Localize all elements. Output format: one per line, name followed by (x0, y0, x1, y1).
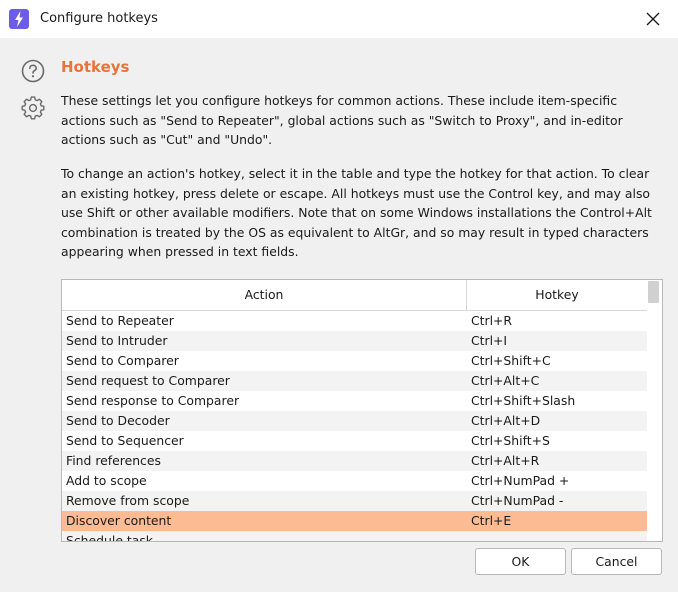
table-header: Action Hotkey (62, 280, 647, 311)
scrollbar-thumb[interactable] (648, 281, 659, 303)
title-bar: Configure hotkeys (0, 0, 678, 38)
table-row[interactable]: Send response to Comparer Ctrl+Shift+Sla… (62, 391, 647, 411)
hotkey-cell: Ctrl+Alt+C (471, 373, 540, 388)
action-cell: Remove from scope (66, 493, 190, 508)
table-body: Send to Repeater Ctrl+R Send to Intruder… (62, 311, 647, 542)
table-row[interactable]: Send to Decoder Ctrl+Alt+D (62, 411, 647, 431)
hotkey-cell: Ctrl+Shift+C (471, 353, 551, 368)
gear-icon[interactable] (21, 96, 45, 124)
description-paragraph-2: To change an action's hotkey, select it … (61, 166, 652, 260)
table-row-selected[interactable]: Discover content Ctrl+E (62, 511, 647, 531)
hotkeys-table[interactable]: Action Hotkey Send to Repeater Ctrl+R Se… (61, 279, 663, 542)
section-heading: Hotkeys (61, 58, 130, 76)
window-title: Configure hotkeys (40, 11, 158, 26)
action-cell: Send response to Comparer (66, 393, 240, 408)
description-paragraph-1: These settings let you configure hotkeys… (61, 93, 623, 148)
action-cell: Send to Repeater (66, 313, 174, 328)
hotkey-cell: Ctrl+NumPad - (471, 493, 564, 508)
hotkey-cell: Ctrl+E (471, 513, 512, 528)
action-cell: Add to scope (66, 473, 147, 488)
action-cell: Send to Decoder (66, 413, 170, 428)
hotkey-cell: Ctrl+Shift+Slash (471, 393, 576, 408)
cancel-button[interactable]: Cancel (571, 548, 662, 575)
hotkey-cell: Ctrl+NumPad + (471, 473, 570, 488)
close-icon (646, 12, 660, 26)
hotkey-cell: Ctrl+I (471, 333, 508, 348)
table-row[interactable]: Find references Ctrl+Alt+R (62, 451, 647, 471)
close-button[interactable] (636, 6, 670, 32)
action-cell: Find references (66, 453, 161, 468)
help-circle-icon[interactable] (21, 59, 45, 87)
action-cell: Schedule task (66, 533, 153, 542)
table-row[interactable]: Send to Sequencer Ctrl+Shift+S (62, 431, 647, 451)
column-header-hotkey[interactable]: Hotkey (467, 280, 647, 310)
vertical-scrollbar[interactable] (648, 280, 662, 541)
action-cell: Send to Intruder (66, 333, 168, 348)
action-cell: Send request to Comparer (66, 373, 230, 388)
ok-button[interactable]: OK (475, 548, 566, 575)
table-row[interactable]: Send to Repeater Ctrl+R (62, 311, 647, 331)
hotkey-cell: Ctrl+Alt+R (471, 453, 540, 468)
hotkey-cell: Ctrl+R (471, 313, 513, 328)
action-cell: Send to Comparer (66, 353, 179, 368)
action-cell: Discover content (66, 513, 172, 528)
hotkey-cell: Ctrl+Alt+D (471, 413, 541, 428)
hotkey-cell: Ctrl+Shift+S (471, 433, 550, 448)
table-row[interactable]: Schedule task (62, 531, 647, 542)
table-row[interactable]: Add to scope Ctrl+NumPad + (62, 471, 647, 491)
column-header-action[interactable]: Action (62, 280, 467, 310)
lightning-bolt-icon (9, 9, 29, 29)
table-row[interactable]: Remove from scope Ctrl+NumPad - (62, 491, 647, 511)
table-row[interactable]: Send to Intruder Ctrl+I (62, 331, 647, 351)
action-cell: Send to Sequencer (66, 433, 184, 448)
table-row[interactable]: Send request to Comparer Ctrl+Alt+C (62, 371, 647, 391)
table-row[interactable]: Send to Comparer Ctrl+Shift+C (62, 351, 647, 371)
